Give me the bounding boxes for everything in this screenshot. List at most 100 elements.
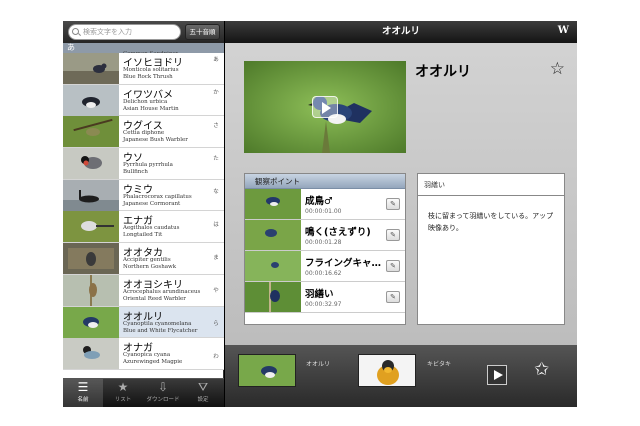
observation-time: 00:00:16.62: [305, 270, 342, 277]
bird-name-scientific: Cettia diphone: [123, 130, 165, 137]
strip-label: オオルリ: [306, 361, 331, 368]
observation-thumbnail: [245, 251, 301, 281]
bird-thumbnail: [63, 243, 119, 275]
list-item[interactable]: イワツバメ Delichon urbica Asian House Martin: [63, 84, 224, 117]
observation-row[interactable]: 羽繕い 00:00:32.97 ✎: [245, 282, 405, 313]
bird-name-en: Japanese Cormorant: [123, 200, 181, 207]
tab-names[interactable]: ☰ 名前: [63, 379, 103, 407]
list-item[interactable]: エナガ Aegithalos caudatus Longtailed Tit: [63, 211, 224, 244]
observation-label: 羽繕い: [305, 289, 334, 300]
edit-icon[interactable]: ✎: [386, 260, 400, 272]
bird-thumbnail: [63, 179, 119, 211]
observation-thumbnail: [245, 282, 301, 312]
bottom-strip: オオルリ キビタキ ✩: [225, 345, 577, 407]
observation-time: 00:00:32.97: [305, 301, 342, 308]
index-char[interactable]: ま: [209, 253, 223, 261]
play-button[interactable]: [312, 96, 338, 118]
star-icon: ★: [117, 380, 129, 394]
strip-thumbnail-next[interactable]: [358, 354, 416, 387]
bird-name-en: Azurewinged Magpie: [123, 359, 183, 366]
bird-name-scientific: Delichon urbica: [123, 98, 168, 105]
tab-bar: ☰ 名前 ★ リスト ⇩ ダウンロード ⛛ 設定: [63, 378, 224, 407]
bird-name-scientific: Cyanopica cyana: [123, 352, 171, 359]
description-text: 枝に留まって羽繕いをしている。アップ映像あり。: [428, 212, 554, 232]
edit-icon[interactable]: ✎: [386, 291, 400, 303]
index-char[interactable]: あ: [209, 55, 223, 63]
list-item[interactable]: オオタカ Accipiter gentilis Northern Goshawk: [63, 243, 224, 275]
tab-download[interactable]: ⇩ ダウンロード: [143, 379, 183, 407]
index-char[interactable]: た: [209, 154, 223, 162]
index-char[interactable]: は: [209, 220, 223, 228]
bird-name-en: Northern Goshawk: [123, 264, 177, 271]
kana-order-button[interactable]: 五十音順: [185, 24, 220, 40]
bird-thumbnail: [63, 211, 119, 243]
index-char[interactable]: わ: [209, 352, 223, 360]
observation-label: 成鳥♂: [305, 196, 333, 207]
sidebar: 検索文字を入力 五十音順 あ Common Sandpiper イソヒヨドリ M…: [63, 21, 224, 407]
bird-title: オオルリ: [415, 64, 471, 80]
observation-time: 00:00:01.00: [305, 208, 342, 215]
observation-time: 00:00:01.28: [305, 239, 342, 246]
bird-name-scientific: Acrocephalus arundinaceus: [123, 288, 201, 295]
observation-thumbnail: [245, 220, 301, 250]
search-input[interactable]: 検索文字を入力: [68, 24, 181, 40]
list-item[interactable]: オオヨシキリ Acrocephalus arundinaceus Orienta…: [63, 274, 224, 307]
bird-name-en: Blue and White Flycatcher: [123, 327, 198, 334]
bird-name-en: Longtailed Tit: [123, 232, 163, 239]
play-all-button[interactable]: [487, 365, 507, 385]
observation-row[interactable]: フライングキャ… 00:00:16.62 ✎: [245, 251, 405, 282]
video-thumbnail[interactable]: [244, 61, 406, 153]
bird-name-en: Blue Rock Thrush: [123, 74, 173, 80]
list-item[interactable]: オナガ Cyanopica cyana Azurewinged Magpie: [63, 338, 224, 370]
list-item[interactable]: ウソ Pyrrhula pyrrhula Bullfinch: [63, 148, 224, 180]
list-item[interactable]: イソヒヨドリ Monticola solitarius Blue Rock Th…: [63, 53, 224, 85]
bird-name-scientific: Monticola solitarius: [123, 67, 179, 73]
list-item[interactable]: ウグイス Cettia diphone Japanese Bush Warble…: [63, 116, 224, 149]
bird-name-en: Asian House Martin: [123, 105, 179, 112]
bird-icon: ⛛: [197, 380, 209, 394]
bird-name-scientific: Cyanoptila cyanomelana: [123, 320, 192, 327]
observation-row[interactable]: 成鳥♂ 00:00:01.00 ✎: [245, 189, 405, 220]
index-bar[interactable]: あ か さ た な は ま や ら わ: [209, 53, 223, 378]
bird-thumbnail: [63, 53, 119, 84]
index-char[interactable]: や: [209, 286, 223, 294]
bird-photo: [239, 355, 295, 386]
bird-name-en: Oriental Reed Warbler: [123, 295, 186, 302]
bird-list[interactable]: イソヒヨドリ Monticola solitarius Blue Rock Th…: [63, 53, 224, 378]
index-char[interactable]: な: [209, 187, 223, 195]
bird-photo: [359, 355, 415, 386]
index-char[interactable]: か: [209, 88, 223, 96]
observation-panel: 観察ポイント 成鳥♂ 00:00:01.00 ✎ 鳴く(さえずり) 00:00:…: [244, 173, 406, 325]
edit-icon[interactable]: ✎: [386, 229, 400, 241]
observation-label: 鳴く(さえずり): [305, 227, 371, 238]
tab-label: リスト: [114, 397, 132, 403]
tab-list[interactable]: ★ リスト: [103, 379, 143, 407]
list-item-selected[interactable]: オオルリ Cyanoptila cyanomelana Blue and Whi…: [63, 306, 224, 339]
bird-thumbnail: [63, 84, 119, 116]
description-title: 羽繕い: [418, 174, 564, 196]
tab-settings[interactable]: ⛛ 設定: [183, 379, 223, 407]
observation-row[interactable]: 鳴く(さえずり) 00:00:01.28 ✎: [245, 220, 405, 251]
list-icon: ☰: [77, 380, 89, 394]
search-icon: [72, 28, 79, 35]
tab-label: 名前: [77, 397, 89, 403]
bird-thumbnail: [63, 116, 119, 148]
nav-title: オオルリ: [381, 26, 420, 37]
description-panel: 羽繕い 枝に留まって羽繕いをしている。アップ映像あり。: [417, 173, 565, 325]
detail-view: オオルリ W オオルリ ☆ 観察ポイント 成鳥♂ 00:00:01.00 ✎ 鳴…: [225, 21, 577, 407]
index-char[interactable]: ら: [209, 319, 223, 327]
wikipedia-button[interactable]: W: [558, 25, 569, 36]
list-item[interactable]: ウミウ Phalacrocorax capillatus Japanese Co…: [63, 179, 224, 212]
bird-name-en: Bullfinch: [123, 169, 148, 176]
bird-thumbnail: [63, 306, 119, 338]
bird-thumbnail: [63, 274, 119, 306]
strip-thumbnail-current[interactable]: [238, 354, 296, 387]
observation-header: 観察ポイント: [245, 174, 405, 189]
bird-name-scientific: Accipiter gentilis: [123, 257, 171, 264]
favorite-star-icon[interactable]: ☆: [550, 59, 565, 79]
tab-label: 設定: [197, 397, 209, 403]
observation-thumbnail: [245, 189, 301, 219]
edit-icon[interactable]: ✎: [386, 198, 400, 210]
favorites-star-icon[interactable]: ✩: [534, 359, 549, 380]
index-char[interactable]: さ: [209, 121, 223, 129]
